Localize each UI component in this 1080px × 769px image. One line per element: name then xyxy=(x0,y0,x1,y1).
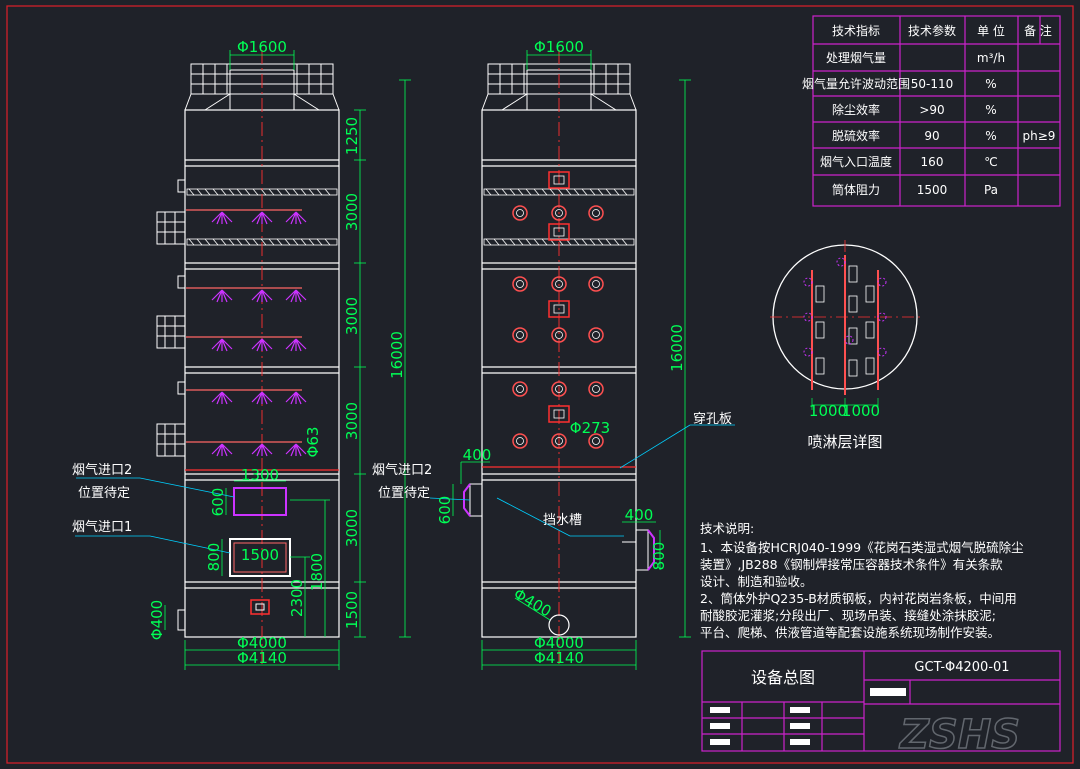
title-block-fills xyxy=(710,688,906,745)
right-dim-800: 800 xyxy=(650,542,668,571)
row-name: 筒体阻力 xyxy=(832,182,880,197)
right-dim-400b: 400 xyxy=(625,506,654,524)
right-bottom-outer: Φ4140 xyxy=(534,649,584,667)
right-dim-400a: 400 xyxy=(463,446,492,464)
row-unit: ℃ xyxy=(984,155,997,169)
left-dim-inlet1-height: 800 xyxy=(205,543,223,572)
spray-dim-b: 1000 xyxy=(842,402,880,420)
left-dim-3000-b: 3000 xyxy=(343,297,361,335)
header-remark: 备 注 xyxy=(1024,23,1052,38)
tech-note-line: 装置》,JB288《钢制焊接常压容器技术条件》有关条款 xyxy=(700,557,1003,572)
left-view: Φ1600 1250 3000 3000 3000 3000 1500 1600… xyxy=(72,38,411,670)
right-top-dia-label: Φ1600 xyxy=(534,38,584,56)
drawing-canvas: 技术指标 技术参数 单 位 备 注 处理烟气量 m³/h 烟气量允许波动范围 5… xyxy=(6,5,1074,764)
header-parameter: 技术参数 xyxy=(908,23,956,38)
tech-note-line: 2、筒体外护Q235-B材质钢板，内衬花岗岩条板，中间用 xyxy=(700,591,1017,606)
left-total-height: 16000 xyxy=(388,331,406,379)
left-inlet1-label: 烟气进口1 xyxy=(72,519,132,535)
row-name: 烟气入口温度 xyxy=(820,154,892,169)
header-unit: 单 位 xyxy=(977,23,1005,38)
right-dim-600: 600 xyxy=(436,496,454,525)
tech-notes-title: 技术说明: xyxy=(700,521,754,536)
left-dim-3000-d: 3000 xyxy=(343,509,361,547)
tech-note-line: 平台、爬梯、供液管道等配套设施系统现场制作安装。 xyxy=(700,625,1000,640)
watermark: ZSHS xyxy=(898,712,1020,758)
left-drain-pipe xyxy=(177,609,186,631)
left-inlet2-label: 烟气进口2 xyxy=(72,462,132,478)
right-inlet2-label: 烟气进口2 xyxy=(372,462,432,478)
tech-note-line: 设计、制造和验收。 xyxy=(700,574,813,589)
row-value: >90 xyxy=(919,103,944,117)
left-dim-inlet2-height: 600 xyxy=(209,488,227,517)
row-unit: % xyxy=(985,129,996,143)
right-total-height: 16000 xyxy=(668,324,686,372)
perforated-plate-label: 穿孔板 xyxy=(693,411,732,427)
drawing-number: GCT-Φ4200-01 xyxy=(914,660,1009,675)
left-top-dia-label: Φ1600 xyxy=(237,38,287,56)
row-value: 160 xyxy=(921,155,944,169)
right-inlet2-pending: 位置待定 xyxy=(378,486,430,501)
row-name: 处理烟气量 xyxy=(826,50,886,65)
row-name: 除尘效率 xyxy=(832,102,880,117)
right-dim-phi400: Φ400 xyxy=(510,585,554,621)
left-dim-inlet2-width: 1300 xyxy=(241,466,279,484)
left-dim-3000-c: 3000 xyxy=(343,402,361,440)
right-dim-phi273: Φ273 xyxy=(570,419,610,437)
row-value: 90 xyxy=(924,129,939,143)
row-name: 脱硫效率 xyxy=(832,128,880,143)
left-dim-1800: 1800 xyxy=(308,553,326,591)
row-name: 烟气量允许波动范围 xyxy=(802,76,910,91)
left-dim-3000-a: 3000 xyxy=(343,193,361,231)
left-spray-headers xyxy=(186,209,307,457)
left-side-platforms xyxy=(156,179,186,457)
tech-notes: 技术说明: 1、本设备按HCRJ040-1999《花岗石类湿式烟气脱硫除尘 装置… xyxy=(700,521,1024,640)
baffle-label: 挡水槽 xyxy=(543,513,582,528)
left-dim-phi400: Φ400 xyxy=(148,600,166,640)
tech-note-line: 1、本设备按HCRJ040-1999《花岗石类湿式烟气脱硫除尘 xyxy=(700,540,1024,555)
right-nozzles xyxy=(512,205,604,449)
row-unit: % xyxy=(985,103,996,117)
left-bottom-outer: Φ4140 xyxy=(237,649,287,667)
row-unit: m³/h xyxy=(977,51,1005,65)
tech-note-line: 耐酸胶泥灌浆;分段出厂、现场吊装、接缝处涂抹胶泥; xyxy=(700,608,996,623)
row-unit: Pa xyxy=(984,183,998,197)
left-dim-phi63: Φ63 xyxy=(304,427,322,458)
left-dim-1250: 1250 xyxy=(343,117,361,155)
right-dim-lines xyxy=(452,50,691,670)
header-indicator: 技术指标 xyxy=(832,23,880,38)
row-note: ph≥9 xyxy=(1023,129,1056,143)
left-dim-2300: 2300 xyxy=(288,579,306,617)
spec-table-header: 技术指标 技术参数 单 位 备 注 xyxy=(832,23,1052,38)
left-dim-1500: 1500 xyxy=(343,591,361,629)
row-unit: % xyxy=(985,77,996,91)
spray-detail: 1000 1000 喷淋层详图 xyxy=(770,240,920,451)
left-inlet2-pending: 位置待定 xyxy=(78,486,130,501)
left-inlet-2 xyxy=(233,487,287,516)
right-view: Φ1600 16000 Φ273 400 600 400 800 Φ400 Φ4… xyxy=(372,38,735,670)
row-value: 1500 xyxy=(917,183,948,197)
left-manhole xyxy=(250,599,270,615)
spray-detail-title: 喷淋层详图 xyxy=(807,433,882,451)
left-dim-inlet1-width: 1500 xyxy=(241,546,279,564)
row-value: 50-110 xyxy=(911,77,954,91)
drawing-name: 设备总图 xyxy=(751,668,815,687)
